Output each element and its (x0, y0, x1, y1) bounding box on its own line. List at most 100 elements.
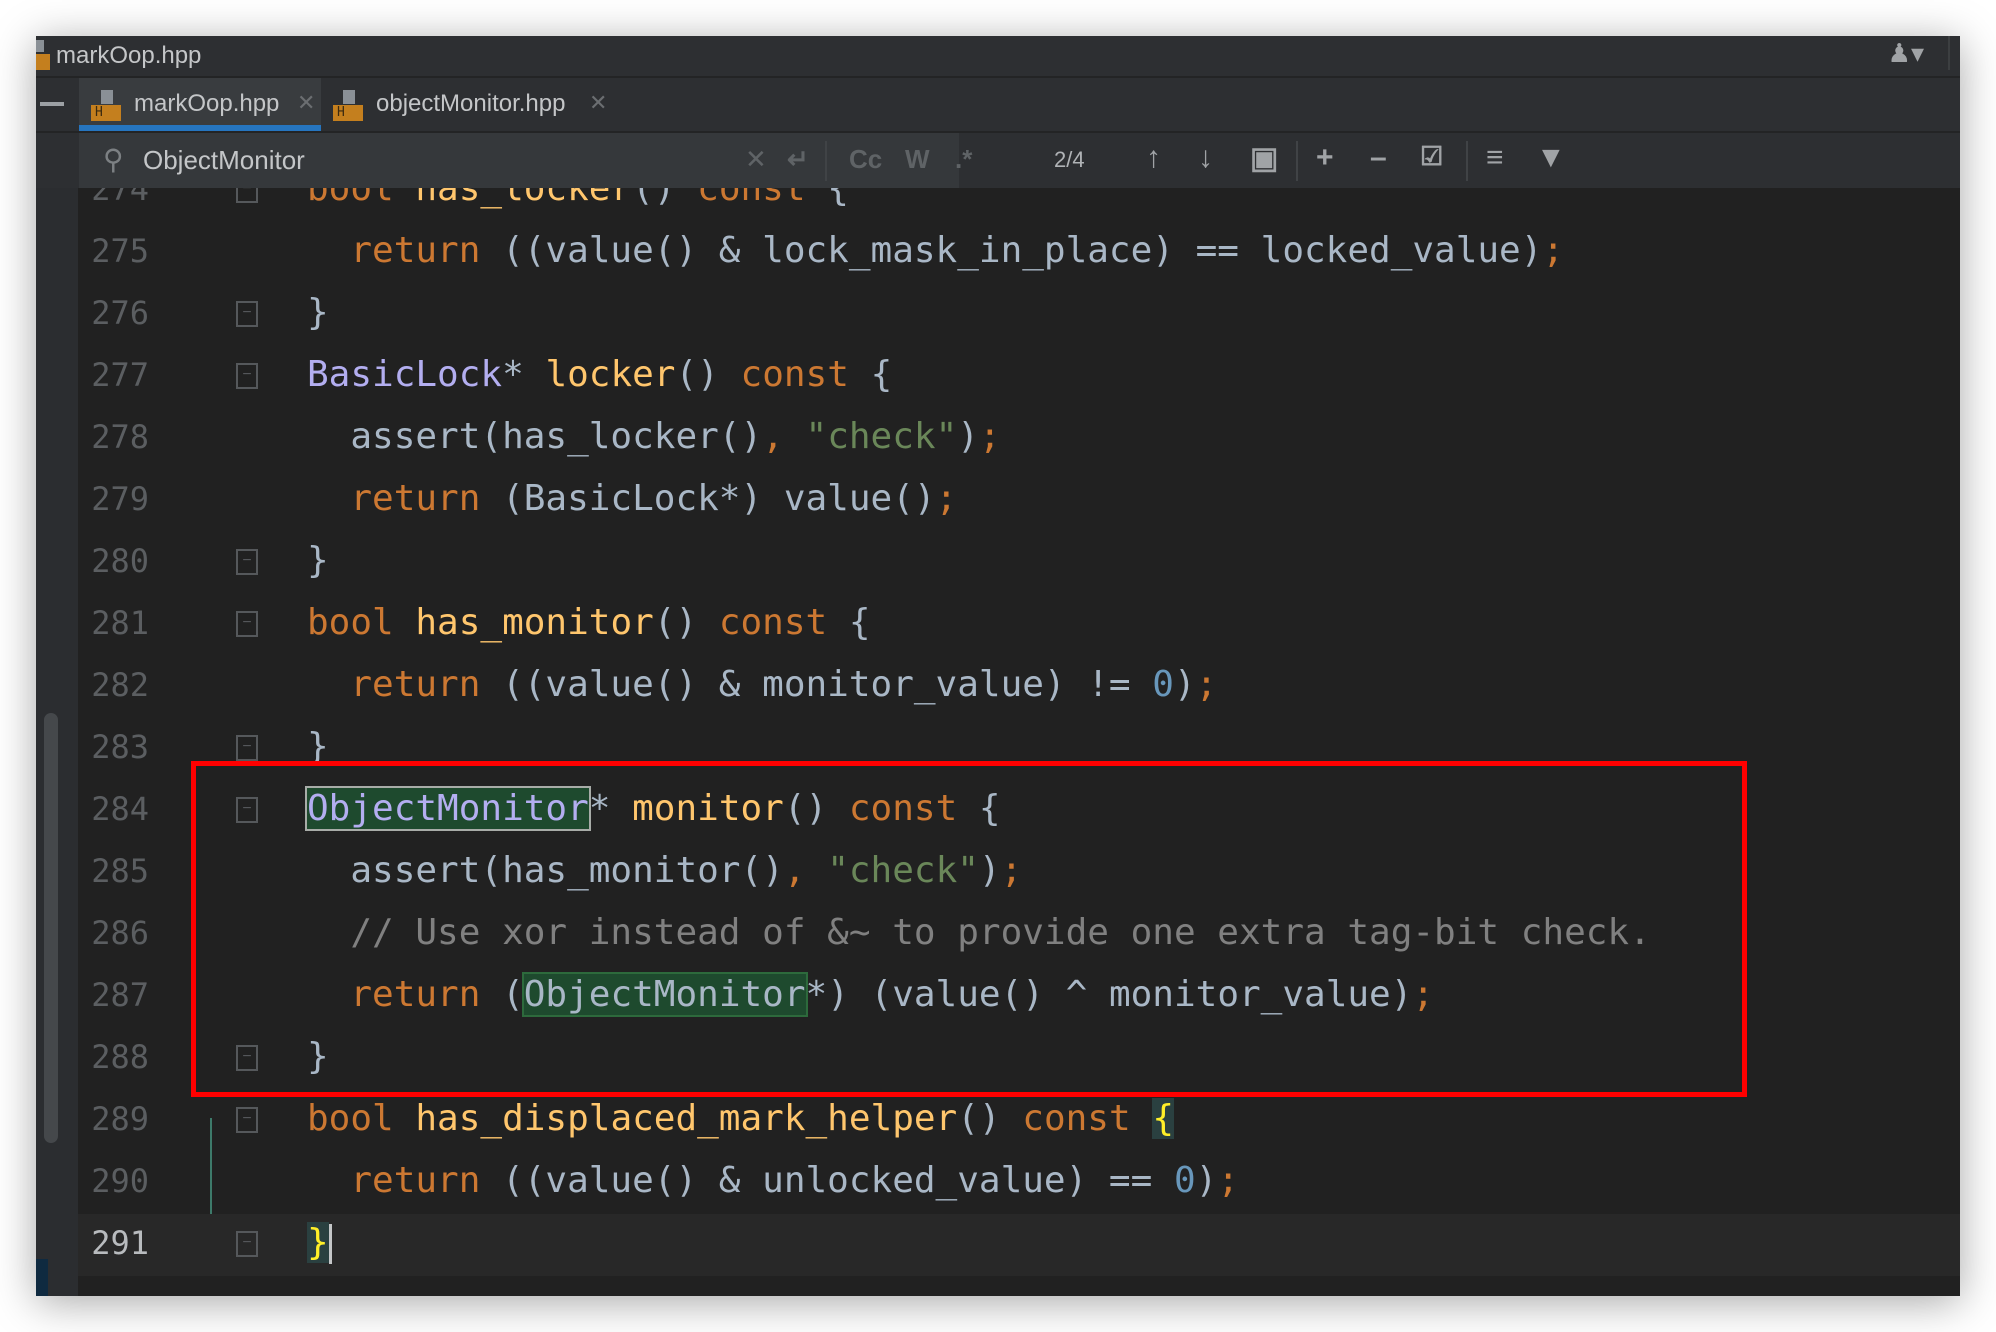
code-line[interactable]: 290 return ((value() & unlocked_value) =… (78, 1152, 1960, 1214)
tab-objectmonitor[interactable]: H objectMonitor.hpp ✕ (321, 78, 651, 131)
next-occurrence-icon[interactable]: ↓ (1198, 141, 1213, 175)
fold-start-icon[interactable]: − (236, 188, 258, 203)
code-line[interactable]: 275 return ((value() & lock_mask_in_plac… (78, 222, 1960, 284)
code-line[interactable]: 282 return ((value() & monitor_value) !=… (78, 656, 1960, 718)
regex-toggle[interactable]: .* (955, 144, 972, 175)
fold-end-icon[interactable]: − (236, 549, 258, 575)
code-line[interactable]: 291 −} (78, 1214, 1960, 1276)
code-token: { (827, 602, 871, 643)
filter-icon[interactable]: ▼ (1536, 141, 1566, 175)
code-token: const (740, 354, 849, 395)
line-number: 281 (91, 604, 149, 642)
code-line[interactable]: 274 − bool has_locker() const { (78, 188, 1960, 222)
clear-icon[interactable]: ✕ (745, 144, 767, 175)
code-line[interactable]: 279 return (BasicLock*) value(); (78, 470, 1960, 532)
divider (1948, 36, 1950, 70)
tool-window-marker (36, 1259, 48, 1296)
window-title: markOop.hpp (56, 42, 202, 69)
code-text: bool has_locker() const { (307, 188, 849, 209)
code-text: } (307, 292, 329, 333)
code-line[interactable]: 289 − bool has_displaced_mark_helper() con… (78, 1090, 1960, 1152)
divider (825, 141, 827, 181)
code-token: "check" (805, 416, 958, 457)
filter-options-icon[interactable]: ≡ (1486, 141, 1504, 175)
line-number: 288 (91, 1038, 149, 1076)
divider (1296, 141, 1298, 181)
line-number: 289 (91, 1100, 149, 1138)
code-token: { (805, 188, 849, 209)
line-number: 276 (91, 294, 149, 332)
find-bar: ⚲ ObjectMonitor ✕ ↵ Cc W .* 2/4 ↑ ↓ ▣ + … (36, 133, 1960, 188)
title-bar: markOop.hpp ♟▾ (36, 36, 1960, 78)
new-line-icon[interactable]: ↵ (787, 144, 809, 175)
select-occurrences-icon[interactable]: ☑ (1420, 141, 1443, 172)
search-query[interactable]: ObjectMonitor (143, 145, 305, 176)
code-token: * (502, 354, 546, 395)
line-number: 278 (91, 418, 149, 456)
collapse-icon[interactable] (40, 102, 64, 106)
code-token: const (718, 602, 828, 643)
fold-start-icon[interactable]: − (236, 611, 258, 637)
scrollbar[interactable] (44, 713, 58, 1143)
code-token: assert(has_locker() (307, 416, 763, 457)
fold-end-icon[interactable]: − (236, 735, 258, 761)
code-token: ) (1195, 1160, 1218, 1201)
code-token: } (307, 292, 329, 333)
code-token: ((value() & lock_mask_in_place) == locke… (480, 230, 1543, 271)
code-token: return (307, 1160, 481, 1201)
code-editor[interactable]: 274− bool has_locker() const {275 return … (78, 188, 1960, 1296)
line-number: 279 (91, 480, 149, 518)
fold-end-icon[interactable]: − (236, 1231, 258, 1257)
code-token: { (848, 354, 893, 395)
fold-start-icon[interactable]: − (236, 363, 258, 389)
code-token: const (1022, 1098, 1153, 1139)
matched-brace: } (307, 1222, 329, 1263)
code-token: ; (978, 416, 1001, 457)
code-token: has_displaced_mark_helper (415, 1098, 958, 1139)
annotation-highlight-box (191, 761, 1747, 1097)
code-token: () (632, 188, 698, 209)
tab-label: objectMonitor.hpp (376, 90, 566, 117)
code-token: ; (1542, 230, 1565, 271)
code-token: ) (957, 416, 979, 457)
select-all-occurrences-icon[interactable]: ▣ (1250, 141, 1278, 176)
match-count: 2/4 (1054, 147, 1085, 172)
line-number: 275 (91, 232, 149, 270)
code-line[interactable]: 280 −} (78, 532, 1960, 594)
header-file-icon: H (333, 90, 363, 121)
code-token: ((value() & monitor_value) != (480, 664, 1153, 705)
line-number: 287 (91, 976, 149, 1014)
code-text: BasicLock* locker() const { (307, 354, 892, 395)
tab-markoop[interactable]: H markOop.hpp ✕ (79, 78, 321, 131)
search-input[interactable]: ⚲ ObjectMonitor ✕ ↵ Cc W .* (79, 133, 972, 188)
user-dropdown-icon[interactable]: ♟▾ (1888, 38, 1924, 69)
code-token: 0 (1152, 664, 1174, 705)
fold-start-icon[interactable]: − (236, 1107, 258, 1133)
code-token: return (307, 230, 481, 271)
line-number: 283 (91, 728, 149, 766)
code-token: return (307, 664, 481, 705)
words-toggle[interactable]: W (905, 144, 930, 175)
text-caret (328, 1224, 332, 1264)
code-token: bool (307, 602, 416, 643)
code-text: return ((value() & monitor_value) != 0); (307, 664, 1217, 705)
code-line[interactable]: 281 − bool has_monitor() const { (78, 594, 1960, 656)
code-line[interactable]: 278 assert(has_locker(), "check"); (78, 408, 1960, 470)
close-icon[interactable]: ✕ (297, 90, 315, 116)
code-line[interactable]: 276 −} (78, 284, 1960, 346)
code-line[interactable]: 277 − BasicLock* locker() const { (78, 346, 1960, 408)
match-case-toggle[interactable]: Cc (849, 144, 882, 175)
remove-occurrence-icon[interactable]: – (1370, 141, 1387, 175)
previous-occurrence-icon[interactable]: ↑ (1146, 141, 1161, 175)
code-token: ; (1195, 664, 1218, 705)
code-token: has_monitor (415, 602, 654, 643)
code-text: return ((value() & unlocked_value) == 0)… (307, 1160, 1239, 1201)
ide-window: markOop.hpp ♟▾ H markOop.hpp ✕ H objectM… (36, 36, 1960, 1296)
add-occurrence-icon[interactable]: + (1316, 141, 1334, 175)
tool-window-strip (36, 188, 78, 1296)
code-token: bool (307, 188, 416, 209)
fold-end-icon[interactable]: − (236, 301, 258, 327)
line-number: 284 (91, 790, 149, 828)
close-icon[interactable]: ✕ (589, 90, 607, 116)
